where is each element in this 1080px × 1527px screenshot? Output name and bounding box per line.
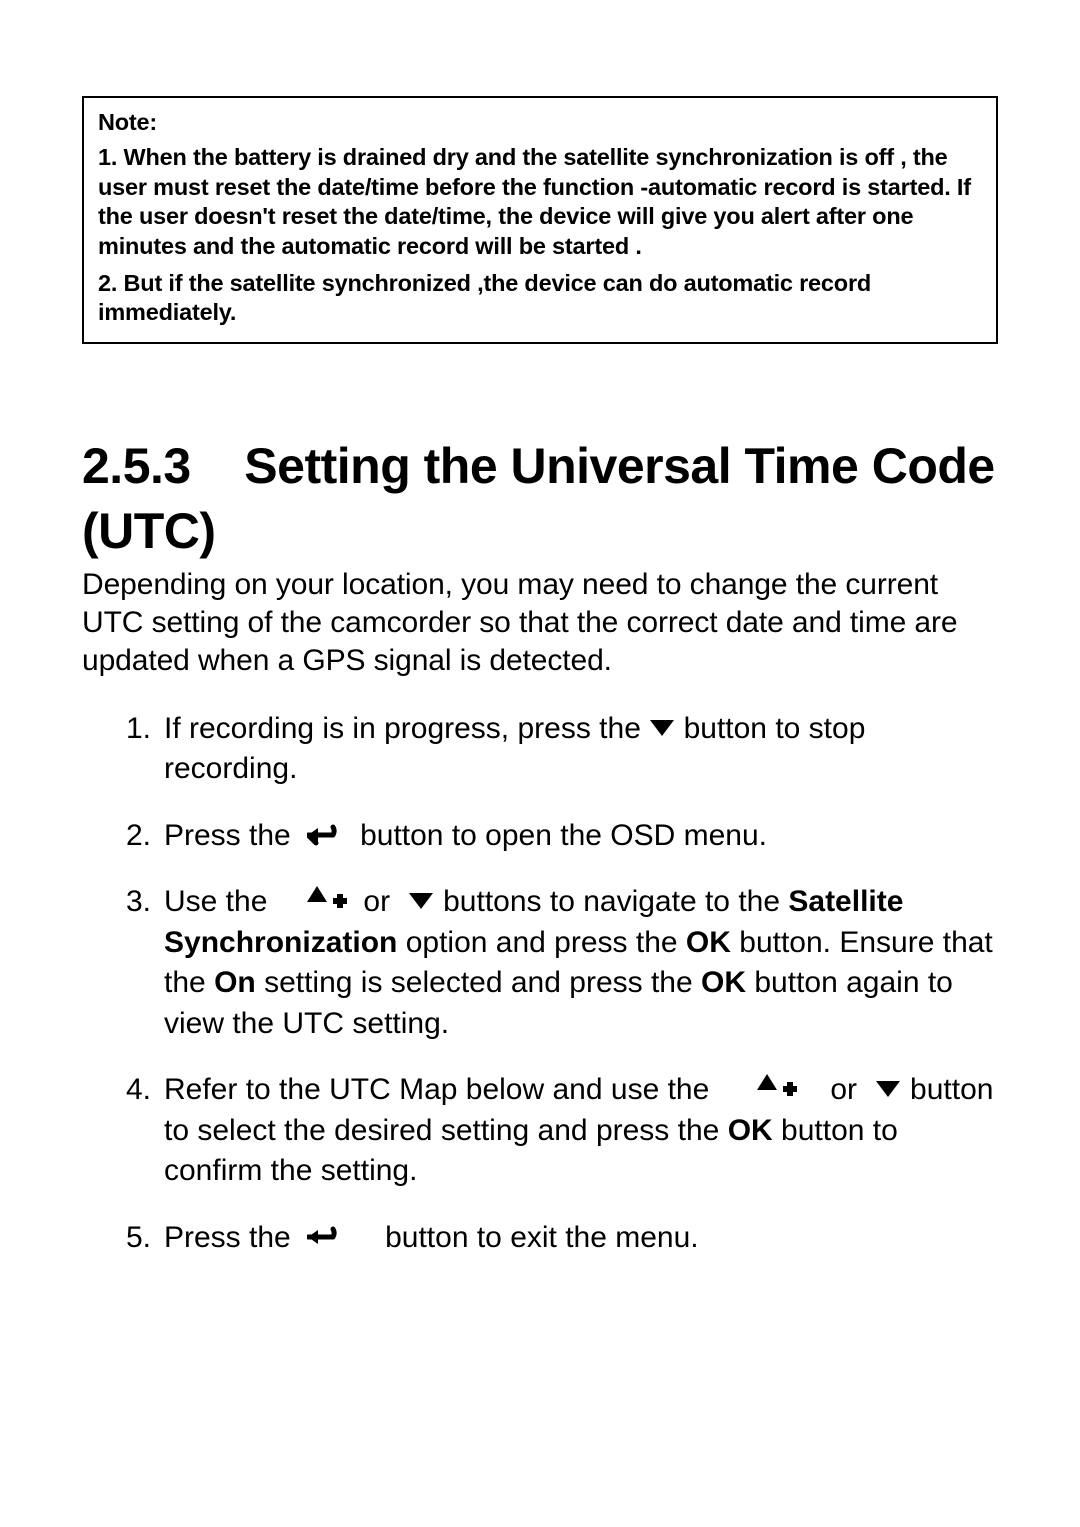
ok-label: OK bbox=[701, 966, 746, 999]
step-1: 1. If recording is in progress, press th… bbox=[126, 709, 998, 790]
return-arrow-icon bbox=[307, 823, 343, 847]
note-paragraph-2: 2. But if the satellite synchronized ,th… bbox=[98, 269, 982, 328]
section-intro: Depending on your location, you may need… bbox=[82, 566, 998, 681]
on-label: On bbox=[214, 966, 256, 999]
step-text: button to exit the menu. bbox=[385, 1221, 699, 1254]
step-number: 4. bbox=[126, 1070, 151, 1111]
down-triangle-icon bbox=[407, 891, 435, 911]
step-text: Use the bbox=[164, 885, 267, 918]
ok-label: OK bbox=[686, 926, 731, 959]
step-text: button to open the OSD menu. bbox=[360, 819, 767, 852]
step-4: 4. Refer to the UTC Map below and use th… bbox=[126, 1070, 998, 1192]
step-text: setting is selected and press the bbox=[264, 966, 693, 999]
note-box: Note: 1. When the battery is drained dry… bbox=[82, 96, 998, 344]
section-heading: 2.5.3 Setting the Universal Time Code (U… bbox=[82, 434, 998, 564]
step-text: option and press the bbox=[406, 926, 678, 959]
down-triangle-icon bbox=[649, 718, 675, 738]
step-5: 5. Press the button to exit the menu. bbox=[126, 1218, 998, 1259]
or-text: or bbox=[830, 1073, 857, 1106]
step-number: 1. bbox=[126, 709, 151, 750]
up-plus-icon bbox=[751, 1072, 797, 1106]
step-text: If recording is in progress, press the bbox=[164, 712, 641, 745]
return-arrow-icon bbox=[307, 1225, 343, 1249]
section-number: 2.5.3 bbox=[82, 438, 191, 494]
note-paragraph-1: 1. When the battery is drained dry and t… bbox=[98, 143, 982, 261]
note-heading: Note: bbox=[98, 108, 982, 137]
step-text: Refer to the UTC Map below and use the bbox=[164, 1073, 709, 1106]
step-2: 2. Press the button to open the OSD menu… bbox=[126, 816, 998, 857]
step-text: buttons to navigate to the bbox=[443, 885, 780, 918]
step-3: 3. Use the or buttons to navigate to the… bbox=[126, 882, 998, 1044]
step-number: 5. bbox=[126, 1218, 151, 1259]
ok-label: OK bbox=[728, 1114, 773, 1147]
steps-list: 1. If recording is in progress, press th… bbox=[126, 709, 998, 1259]
section-title-text: Setting the Universal Time Code (UTC) bbox=[82, 438, 995, 559]
step-text: Press the bbox=[164, 1221, 291, 1254]
down-triangle-icon bbox=[874, 1079, 902, 1099]
up-plus-icon bbox=[301, 884, 347, 918]
or-text: or bbox=[363, 885, 390, 918]
step-number: 2. bbox=[126, 816, 151, 857]
step-number: 3. bbox=[126, 882, 151, 923]
step-text: Press the bbox=[164, 819, 291, 852]
